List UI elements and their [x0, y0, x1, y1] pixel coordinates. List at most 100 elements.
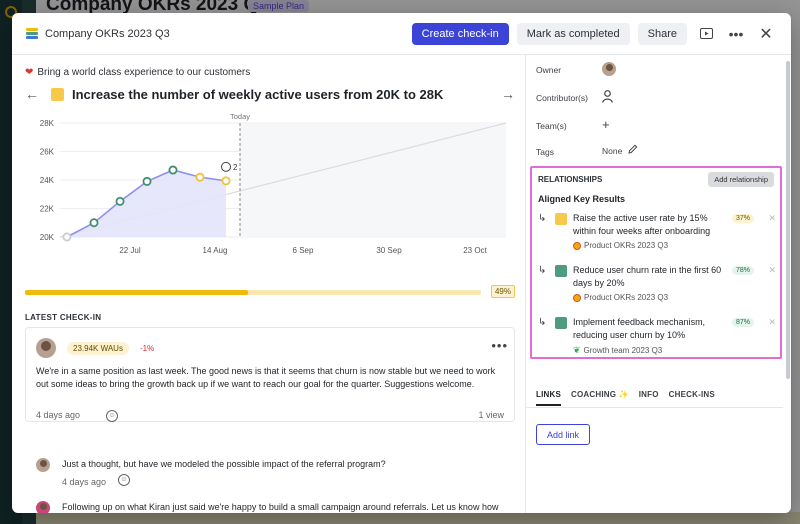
x-tick-label: 22 Jul — [119, 246, 141, 255]
tabs-divider — [526, 407, 783, 408]
relationships-panel: RELATIONSHIPS Add relationship Aligned K… — [530, 166, 782, 359]
key-result-title: Increase the number of weekly active use… — [72, 86, 444, 102]
right-pane: Owner Contributor(s) Team(s) + Tags None… — [526, 55, 791, 513]
aligned-arrow-icon: ↳ — [538, 265, 547, 276]
objective-link[interactable]: ❤ Bring a world class experience to our … — [25, 67, 250, 78]
relationships-header: RELATIONSHIPS — [538, 175, 603, 184]
x-tick-label: 23 Oct — [463, 246, 487, 255]
checkin-value-badge: 23.94K WAUs — [67, 342, 129, 355]
avatar — [36, 338, 56, 358]
scrollbar[interactable] — [786, 61, 790, 379]
remove-icon[interactable]: ✕ — [768, 213, 776, 224]
aligned-key-result[interactable]: ↳ Reduce user churn rate in the first 60… — [538, 264, 776, 312]
add-contributor-icon[interactable] — [602, 90, 613, 105]
checkin-more-icon[interactable]: ••• — [491, 338, 508, 353]
aligned-arrow-icon: ↳ — [538, 317, 547, 328]
today-label: Today — [230, 112, 250, 121]
checkin-point — [142, 176, 152, 186]
y-tick-label: 24K — [40, 176, 55, 185]
comment-time: 4 days ago — [62, 477, 107, 487]
plan-name: Growth team 2023 Q3 — [583, 346, 663, 355]
y-tick-label: 20K — [40, 233, 55, 242]
progress-chart: 28K 26K 24K 22K 20K 22 Jul 14 Aug 6 Sep 30 Sep 23… — [40, 112, 507, 255]
add-reaction-icon[interactable]: ☺ — [118, 474, 130, 486]
aligned-kr-percent: 78% — [732, 266, 755, 275]
plan-sun-icon — [573, 293, 581, 302]
avatar — [36, 501, 50, 513]
tab-checkins[interactable]: CHECK-INS — [669, 390, 715, 406]
tab-links[interactable]: LINKS — [536, 390, 561, 406]
kr-color-square — [555, 265, 567, 277]
contributors-label: Contributor(s) — [536, 93, 588, 103]
teams-label: Team(s) — [536, 121, 567, 131]
aligned-kr-plan[interactable]: Product OKRs 2023 Q3 — [573, 241, 668, 250]
progress-percent: 49% — [490, 285, 515, 298]
checkin-point — [195, 172, 205, 182]
key-result-header: ← Increase the number of weekly active u… — [25, 85, 515, 103]
aligned-kr-title: Reduce user churn rate in the first 60 d… — [573, 265, 722, 288]
edit-tags-icon[interactable] — [628, 144, 638, 156]
present-icon[interactable] — [695, 23, 717, 45]
remove-icon[interactable]: ✕ — [768, 317, 776, 328]
add-link-button[interactable]: Add link — [536, 424, 591, 445]
aligned-kr-percent: 37% — [732, 214, 755, 223]
progress-fill — [25, 290, 249, 295]
left-pane: ❤ Bring a world class experience to our … — [12, 55, 526, 513]
aligned-kr-title: Implement feedback mechanism, reducing u… — [573, 317, 706, 340]
checkin-views: 1 view — [478, 410, 504, 420]
avatar — [36, 458, 50, 472]
comment: Following up on what Kiran just said we'… — [62, 501, 502, 513]
share-button[interactable]: Share — [637, 22, 687, 45]
aligned-kr-plan[interactable]: Product OKRs 2023 Q3 — [573, 293, 668, 302]
x-tick-label: 6 Sep — [293, 246, 314, 255]
plan-name: Product OKRs 2023 Q3 — [584, 241, 669, 250]
checkin-point — [115, 196, 125, 206]
comment-bubble-icon — [221, 161, 231, 172]
x-tick-label: 14 Aug — [203, 246, 228, 255]
aligned-arrow-icon: ↳ — [538, 213, 547, 224]
checkin-point — [168, 165, 178, 175]
key-result-color-square — [51, 87, 64, 101]
add-team-icon[interactable]: + — [602, 117, 610, 132]
modal-body: ❤ Bring a world class experience to our … — [12, 55, 791, 513]
latest-checkin-label: LATEST CHECK-IN — [25, 313, 102, 322]
plan-sun-icon — [573, 241, 581, 250]
close-icon[interactable]: ✕ — [755, 23, 777, 45]
add-relationship-button[interactable]: Add relationship — [708, 172, 774, 187]
modal-title: Company OKRs 2023 Q3 — [45, 27, 170, 40]
checkin-point — [221, 176, 231, 186]
owner-label: Owner — [536, 65, 562, 75]
owner-avatar[interactable] — [602, 62, 616, 78]
y-tick-label: 26K — [40, 148, 55, 157]
tab-info[interactable]: INFO — [639, 390, 659, 406]
aligned-key-result[interactable]: ↳ Raise the active user rate by 15% with… — [538, 212, 776, 260]
okr-modal: Company OKRs 2023 Q3 Create check-in Mar… — [12, 13, 791, 513]
y-tick-label: 28K — [40, 119, 55, 128]
comment: Just a thought, but have we modeled the … — [62, 458, 525, 489]
aligned-kr-plan[interactable]: ❦ Growth team 2023 Q3 — [573, 345, 662, 356]
remove-icon[interactable]: ✕ — [768, 265, 776, 276]
checkin-time: 4 days ago — [36, 410, 81, 420]
comment-count: 2 — [233, 163, 238, 172]
tab-coaching[interactable]: COACHING ✨ — [571, 390, 629, 406]
plan-icon — [26, 27, 38, 40]
objective-text: Bring a world class experience to our cu… — [37, 67, 251, 78]
tags-value: None — [602, 146, 623, 156]
create-checkin-button[interactable]: Create check-in — [411, 22, 509, 45]
aligned-kr-percent: 87% — [732, 318, 755, 327]
aligned-key-results-title: Aligned Key Results — [538, 194, 626, 204]
plan-name: Product OKRs 2023 Q3 — [584, 293, 669, 302]
next-arrow-icon[interactable]: → — [501, 86, 515, 102]
add-reaction-icon[interactable]: ☺ — [106, 410, 118, 422]
detail-tabs: LINKS COACHING ✨ INFO CHECK-INS — [536, 390, 715, 406]
comment-text: Following up on what Kiran just said we'… — [62, 502, 499, 512]
heart-icon: ❤ — [25, 67, 34, 78]
more-icon[interactable]: ••• — [725, 23, 747, 45]
previous-arrow-icon[interactable]: ← — [25, 86, 39, 102]
aligned-key-result[interactable]: ↳ Implement feedback mechanism, reducing… — [538, 316, 776, 356]
sprout-icon: ❦ — [573, 345, 581, 355]
checkin-delta: -1% — [140, 344, 155, 353]
mark-completed-button[interactable]: Mark as completed — [516, 22, 630, 45]
future-region — [240, 123, 506, 237]
checkin-point — [62, 232, 72, 242]
